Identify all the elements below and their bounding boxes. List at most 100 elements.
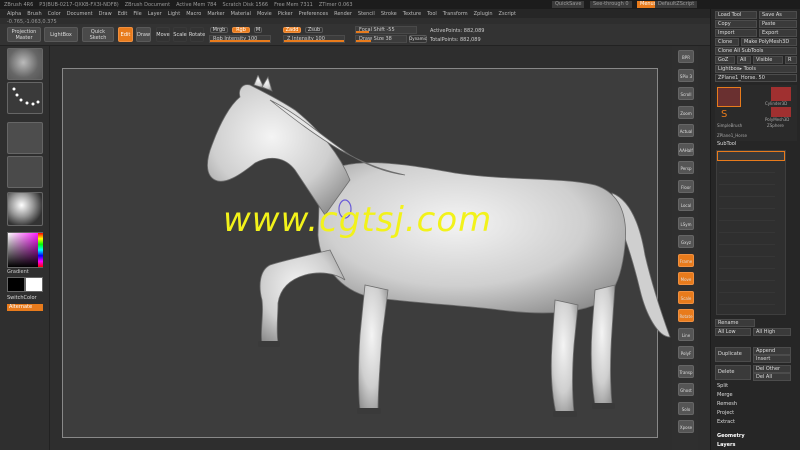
shelf-zoom-button[interactable]: Zoom [678,105,694,119]
r-button[interactable]: R [785,56,797,64]
menu-alpha[interactable]: Alpha [7,11,21,17]
menu-tool[interactable]: Tool [427,11,437,17]
rgb-button[interactable]: Rgb [232,27,250,33]
goz-button[interactable]: GoZ [715,56,735,64]
scale-button[interactable]: Scale [173,27,187,42]
rgb-intensity-slider[interactable]: Rgb Intensity 100 [209,35,271,43]
shelf-frame-button[interactable]: Frame [678,253,694,267]
shelf-gxyz-button[interactable]: Gxyz [678,235,694,248]
draw-button[interactable]: Draw [136,27,151,42]
clone-button[interactable]: Clone [715,38,739,46]
visible-button[interactable]: Visible [753,56,783,64]
shelf-transp-button[interactable]: Transp [678,364,694,378]
extract-menu[interactable]: Extract [717,419,735,425]
subtool-header[interactable]: SubTool [717,141,736,147]
duplicate-button[interactable]: Duplicate [715,347,751,362]
shelf-local-button[interactable]: Local [678,198,694,211]
export-button[interactable]: Export [759,29,797,37]
copy-tool-button[interactable]: Copy [715,20,757,28]
shelf-polyf-button[interactable]: PolyF [678,346,694,359]
merge-menu[interactable]: Merge [717,392,733,398]
shelf-scroll-button[interactable]: Scroll [678,87,694,100]
append-button[interactable]: Append [753,347,791,355]
shelf-line-fill-button[interactable]: Line Fill [678,327,694,351]
clone-all-subtools-button[interactable]: Clone All SubTools [715,47,797,55]
all-low-button[interactable]: All Low [715,328,751,336]
projection-master-button[interactable]: Projection Master [7,27,41,42]
seethrough-slider[interactable]: See-through 0 [590,1,632,8]
delete-button[interactable]: Delete [715,365,751,380]
load-tool-button[interactable]: Load Tool [715,11,757,19]
subtool-row[interactable] [719,235,775,245]
menu-transform[interactable]: Transform [443,11,468,17]
menu-draw[interactable]: Draw [99,11,112,17]
subtool-row-active[interactable] [717,151,785,161]
menu-layer[interactable]: Layer [148,11,162,17]
shelf-floor-button[interactable]: Floor [678,179,694,193]
color-picker[interactable] [7,232,43,268]
subtool-row[interactable] [719,283,775,293]
z-intensity-slider[interactable]: Z Intensity 100 [283,35,345,43]
shelf-actual-button[interactable]: Actual [678,124,694,137]
menu-color[interactable]: Color [48,11,61,17]
alternate-button[interactable]: Alternate [7,304,43,311]
menu-light[interactable]: Light [168,11,180,17]
simplebrush-icon[interactable]: S [721,109,727,120]
shelf-xpose-button[interactable]: Xpose [678,420,694,433]
shelf-aahalf-button[interactable]: AAHalf [678,142,694,156]
import-button[interactable]: Import [715,29,757,37]
menu-file[interactable]: File [133,11,141,17]
switchcolor-button[interactable]: SwitchColor [7,295,37,301]
shelf-scale-button[interactable]: Scale [678,290,694,304]
menu-stroke[interactable]: Stroke [381,11,397,17]
make-polymesh-button[interactable]: Make PolyMesh3D [741,38,797,46]
shelf-lsym-button[interactable]: LSym [678,216,694,230]
geometry-menu[interactable]: Geometry [717,433,745,439]
menu-marker[interactable]: Marker [207,11,224,17]
gradient-label[interactable]: Gradient [7,269,29,275]
horse-thumbnail[interactable] [717,87,741,107]
polymesh-thumbnail[interactable] [771,107,791,117]
m-button[interactable]: M [254,27,262,33]
project-menu[interactable]: Project [717,410,734,416]
layers-menu[interactable]: Layers [717,442,736,448]
main-color-swatch[interactable] [7,277,25,292]
zadd-button[interactable]: Zadd [283,27,301,33]
mrgb-button[interactable]: Mrgb [210,27,228,33]
dynamic-button[interactable]: Dynamic [409,35,427,43]
rename-button[interactable]: Rename [715,319,755,327]
hue-strip[interactable] [38,233,43,267]
shelf-persp-button[interactable]: Persp [678,161,694,174]
subtool-row[interactable] [719,187,775,197]
alpha-icon[interactable] [7,122,43,154]
menu-material[interactable]: Material [231,11,251,17]
subtool-row[interactable] [719,247,775,257]
texture-icon[interactable] [7,156,43,188]
remesh-menu[interactable]: Remesh [717,401,737,407]
menu-render[interactable]: Render [334,11,352,17]
subtool-row[interactable] [719,175,775,185]
del-all-button[interactable]: Del All [753,373,791,381]
move-button[interactable]: Move [156,27,170,42]
zsub-button[interactable]: Zsub [305,27,323,33]
lightbox-tools-button[interactable]: Lightbox▸ Tools [715,65,797,73]
menu-zscript[interactable]: Zscript [499,11,516,17]
menu-texture[interactable]: Texture [403,11,421,17]
cylinder-thumbnail[interactable] [771,87,791,101]
subtool-row[interactable] [719,223,775,233]
subtool-row[interactable] [719,271,775,281]
brush-icon[interactable] [7,48,43,80]
menu-preferences[interactable]: Preferences [299,11,328,17]
subtool-row[interactable] [719,295,775,305]
split-menu[interactable]: Split [717,383,728,389]
shelf-solo-button[interactable]: Solo [678,401,694,415]
draw-size-slider[interactable]: Draw Size 38 [355,35,407,43]
subtool-row[interactable] [719,199,775,209]
quick-sketch-button[interactable]: Quick Sketch [82,27,114,42]
focal-shift-slider[interactable]: Focal Shift -55 [355,26,417,34]
secondary-color-swatch[interactable] [25,277,43,292]
edit-button[interactable]: Edit [118,27,133,42]
shelf-spix-3-button[interactable]: SPix 3 [678,68,694,82]
shelf-rotate-button[interactable]: Rotate [678,309,694,322]
shelf-ghost-button[interactable]: Ghost [678,383,694,396]
